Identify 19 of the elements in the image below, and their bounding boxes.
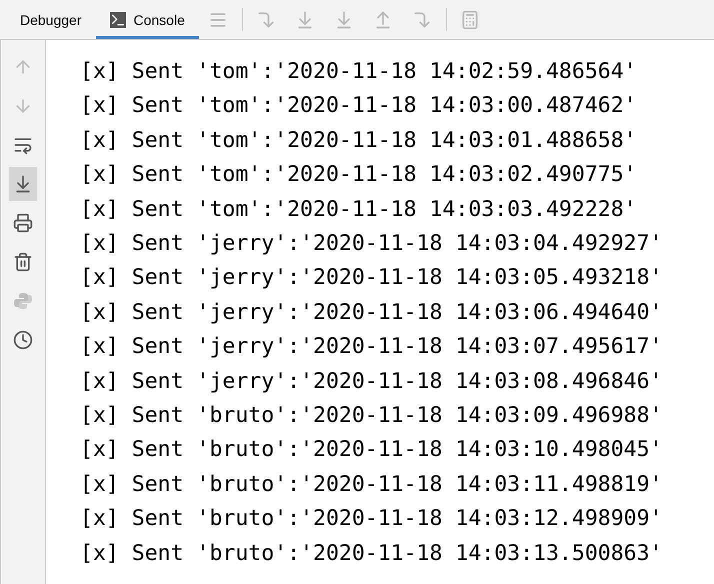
console-icon <box>110 12 126 28</box>
console-line: [x] Sent 'tom':'2020-11-18 14:03:02.490775' <box>79 161 638 190</box>
console-line: [x] Sent 'bruto':'2020-11-18 14:03:12.498909' <box>79 505 664 534</box>
tab[interactable]: Console <box>96 0 199 39</box>
console-line: [x] Sent 'jerry':'2020-11-18 14:03:07.495617' <box>79 333 664 362</box>
console-line: [x] Sent 'tom':'2020-11-18 14:03:01.488658' <box>79 126 638 155</box>
tab[interactable]: Debugger <box>6 0 96 39</box>
console-line: [x] Sent 'tom':'2020-11-18 14:03:00.487462' <box>79 92 638 120</box>
console-line: [x] Sent 'bruto':'2020-11-18 14:03:10.498045' <box>79 436 664 464</box>
console-line: [x] Sent 'jerry':'2020-11-18 14:03:06.494640' <box>79 298 664 327</box>
scroll-to-end-icon[interactable] <box>9 167 37 201</box>
console-line: [x] Sent 'tom':'2020-11-18 14:02:59.486564' <box>79 58 638 86</box>
console-line: [x] Sent 'jerry':'2020-11-18 14:03:08.496846' <box>79 368 664 396</box>
console-line: [x] Sent 'bruto':'2020-11-18 14:03:11.498819' <box>79 470 664 499</box>
console-line: [x] Sent 'bruto':'2020-11-18 14:03:09.496988' <box>79 402 664 430</box>
console-line: [x] Sent 'jerry':'2020-11-18 14:03:04.492927' <box>79 230 664 258</box>
console-line: [x] Sent 'tom':'2020-11-18 14:03:03.492228' <box>79 196 638 224</box>
console-line: [x] Sent 'jerry':'2020-11-18 14:03:05.493218' <box>79 264 664 292</box>
console-line: [x] Sent 'bruto':'2020-11-18 14:03:13.500863' <box>79 540 664 568</box>
